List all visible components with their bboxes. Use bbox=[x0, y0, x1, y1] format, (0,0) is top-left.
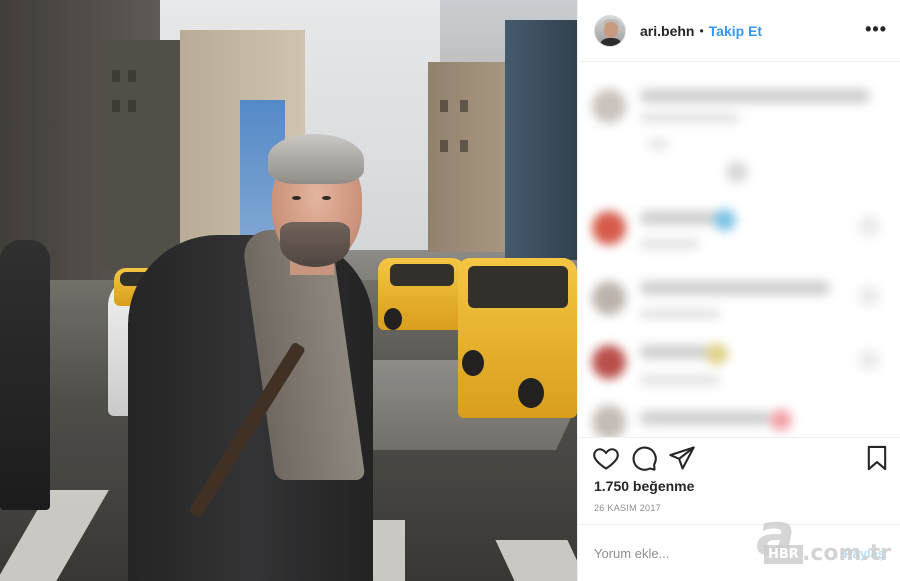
more-dots-icon[interactable]: ••• bbox=[865, 20, 887, 38]
blurred-comments bbox=[578, 63, 900, 437]
bookmark-icon[interactable] bbox=[863, 444, 891, 472]
paper-plane-icon[interactable] bbox=[668, 444, 696, 472]
post-date: 26 KASIM 2017 bbox=[594, 503, 661, 513]
separator-dot: • bbox=[699, 23, 704, 38]
share-comment-button[interactable]: Paylaş bbox=[844, 546, 885, 561]
comments-list-blurred bbox=[578, 63, 900, 438]
post-side-panel: ari.behn • Takip Et ••• 1.750 beğenme 26… bbox=[577, 0, 900, 581]
username-link[interactable]: ari.behn bbox=[640, 23, 694, 39]
comment-bubble-icon[interactable] bbox=[630, 444, 658, 472]
photo-overlay bbox=[0, 0, 577, 581]
action-bar bbox=[578, 440, 900, 476]
heart-icon[interactable] bbox=[592, 444, 620, 472]
post-header: ari.behn • Takip Et ••• bbox=[578, 0, 900, 62]
follow-button[interactable]: Takip Et bbox=[709, 23, 762, 39]
comment-form: Paylaş bbox=[578, 524, 900, 581]
comment-input[interactable] bbox=[594, 545, 824, 561]
likes-count[interactable]: 1.750 beğenme bbox=[594, 478, 694, 494]
avatar[interactable] bbox=[594, 14, 626, 47]
post-photo[interactable] bbox=[0, 0, 577, 581]
